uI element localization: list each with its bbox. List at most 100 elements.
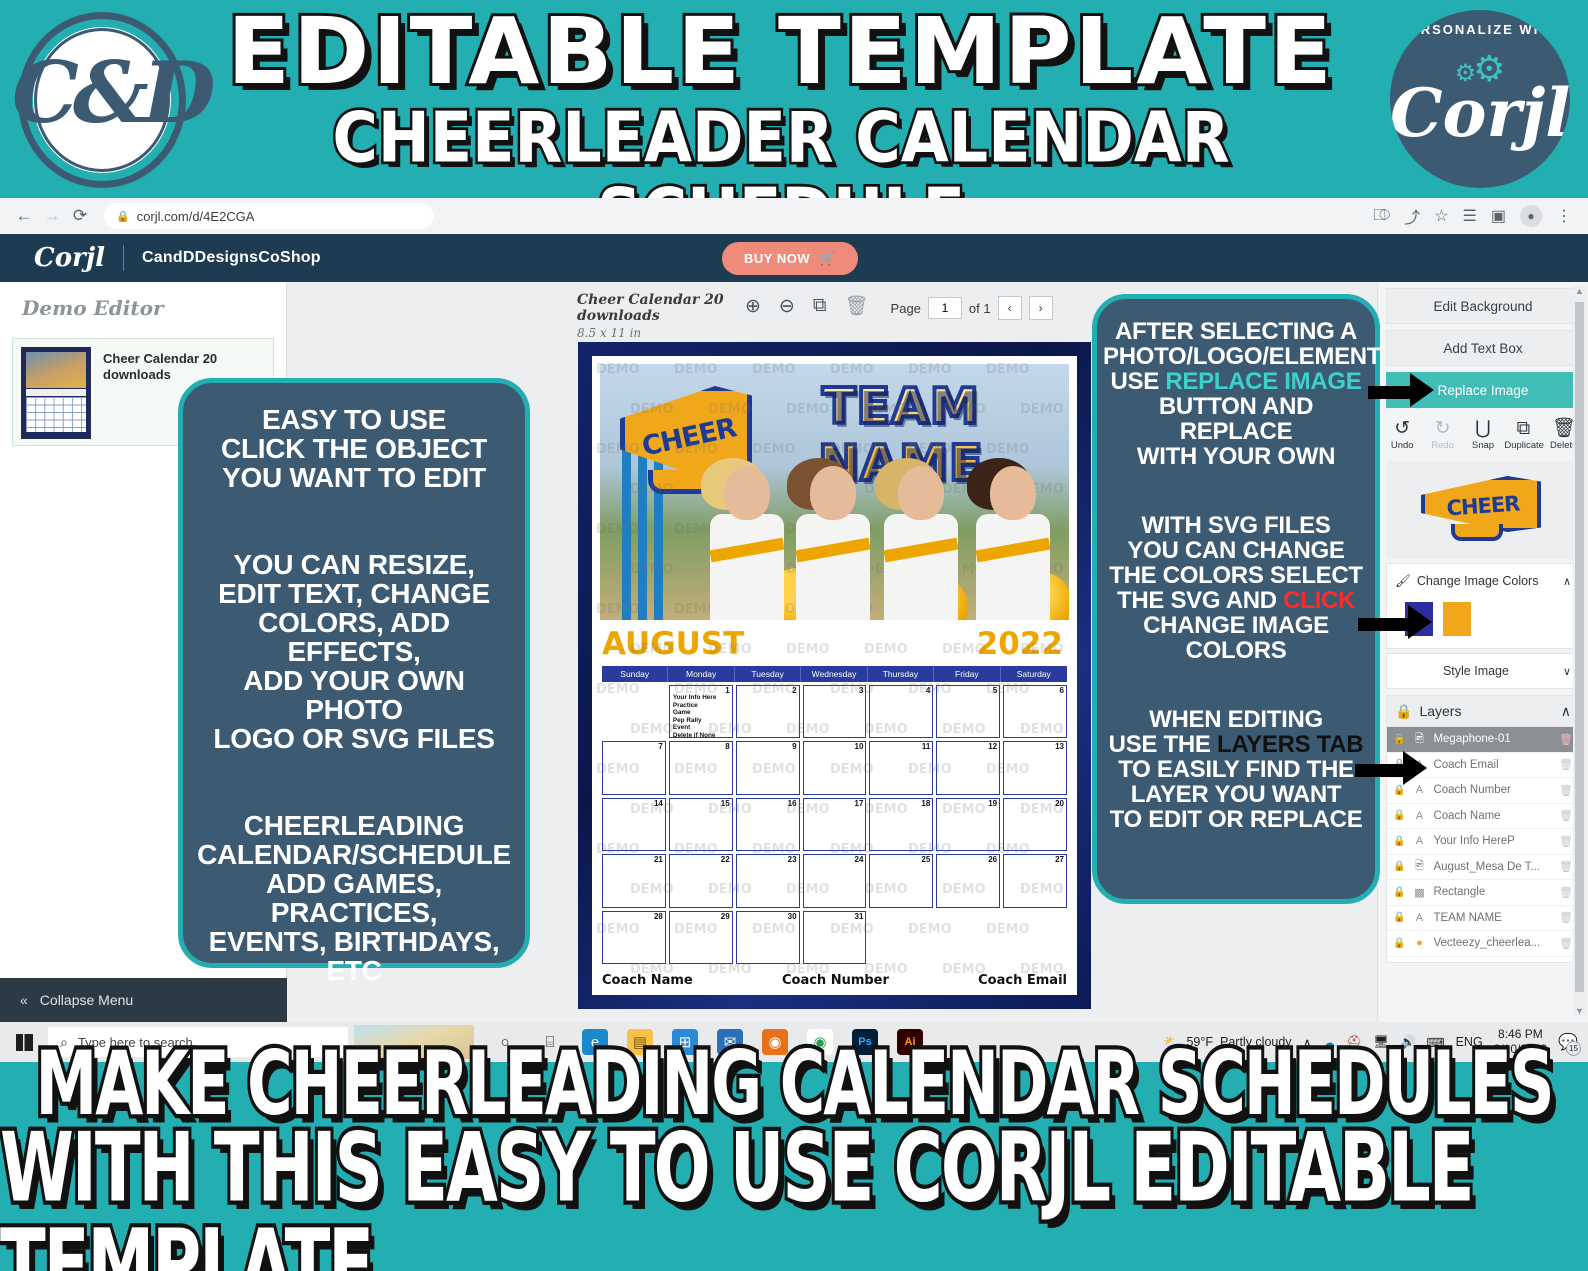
calendar-day-cell[interactable]: 23: [735, 854, 800, 908]
side-panel-icon[interactable]: ▣: [1491, 206, 1506, 226]
calendar-day-cell[interactable]: 14: [602, 797, 666, 852]
calendar-document[interactable]: CHEER TEAM NAME AUGUST 2022 Sunday Monda…: [578, 342, 1091, 1009]
calendar-day-cell[interactable]: 3: [802, 685, 867, 739]
calendar-day-cell[interactable]: 10: [802, 741, 867, 795]
buy-now-button[interactable]: BUY NOW 🛒: [722, 242, 858, 275]
calendar-day-cell[interactable]: 17: [802, 797, 867, 852]
calendar-day-cell[interactable]: 27: [1003, 854, 1067, 908]
edit-background-button[interactable]: Edit Background: [1386, 288, 1580, 324]
month-label[interactable]: AUGUST: [601, 625, 745, 663]
share-icon[interactable]: ⤴: [1404, 204, 1420, 228]
layer-lock-icon[interactable]: 🔒: [1393, 785, 1405, 796]
calendar-day-cell[interactable]: 15: [668, 797, 733, 852]
layer-delete-icon[interactable]: 🗑: [1559, 937, 1573, 950]
reload-icon[interactable]: ⟳: [66, 202, 94, 230]
layer-delete-icon[interactable]: 🗑: [1559, 758, 1573, 771]
layer-lock-icon[interactable]: 🔒: [1393, 836, 1405, 847]
chevron-down-icon[interactable]: ∨: [1563, 665, 1571, 678]
layer-lock-icon[interactable]: 🔒: [1393, 734, 1405, 745]
layers-chevron-up-icon[interactable]: ∧: [1561, 703, 1571, 720]
coach-email-field[interactable]: Coach Email: [978, 973, 1067, 988]
calendar-day-cell[interactable]: 24: [802, 854, 867, 908]
layer-lock-icon[interactable]: 🔒: [1393, 912, 1405, 923]
calendar-day-cell[interactable]: 16: [735, 797, 800, 852]
layer-delete-icon[interactable]: 🗑: [1559, 784, 1573, 797]
calendar-day-cell[interactable]: 1 Your Info Here Practice Game Pep Rally…: [668, 685, 733, 740]
scroll-down-arrow-icon[interactable]: ▼: [1573, 1006, 1586, 1016]
duplicate-page-icon[interactable]: ⧉: [813, 295, 827, 317]
layer-row[interactable]: 🔒 A Coach Name 🗑: [1387, 804, 1579, 829]
calendar-day-cell[interactable]: 9: [735, 741, 800, 795]
address-bar[interactable]: 🔒 corjl.com/d/4E2CGA: [104, 203, 434, 229]
calendar-day-cell[interactable]: 4: [869, 685, 934, 739]
layer-lock-icon[interactable]: 🔒: [1393, 938, 1405, 949]
redo-button[interactable]: ↻ Redo: [1424, 418, 1462, 451]
color-swatch-gold[interactable]: [1443, 602, 1471, 636]
layer-row[interactable]: 🔒 🖻 August_Mesa De T... 🗑: [1387, 855, 1579, 880]
forward-icon[interactable]: →: [38, 202, 66, 230]
delete-page-icon[interactable]: 🗑: [844, 294, 868, 318]
right-panel-scrollbar[interactable]: ▲ ▼: [1573, 286, 1586, 1016]
layer-delete-icon[interactable]: 🗑: [1559, 835, 1573, 848]
layer-row[interactable]: 🔒 ● Vecteezy_cheerlea... 🗑: [1387, 931, 1579, 957]
layer-row[interactable]: 🔒 A TEAM NAME 🗑: [1387, 906, 1579, 931]
calendar-day-cell[interactable]: 13: [1003, 741, 1067, 795]
calendar-day-cell[interactable]: 28: [602, 910, 666, 964]
calendar-day-cell[interactable]: 31: [802, 910, 867, 964]
add-text-box-button[interactable]: Add Text Box: [1386, 330, 1580, 366]
duplicate-button[interactable]: ⧉ Duplicate: [1504, 418, 1544, 451]
layer-delete-icon[interactable]: 🗑: [1559, 886, 1573, 899]
corjl-logo[interactable]: Corjl: [34, 243, 105, 273]
coach-number-field[interactable]: Coach Number: [782, 973, 889, 988]
layer-delete-icon[interactable]: 🗑: [1559, 962, 1573, 963]
scrollbar-thumb[interactable]: [1575, 302, 1584, 992]
profile-avatar-icon[interactable]: ●: [1520, 205, 1542, 227]
calendar-day-cell[interactable]: 19: [936, 797, 1001, 852]
calendar-day-cell[interactable]: 2: [735, 685, 800, 739]
calendar-hero-photo[interactable]: CHEER TEAM NAME: [600, 364, 1069, 620]
page-input[interactable]: [927, 297, 962, 319]
calendar-day-cell[interactable]: 6: [1003, 685, 1067, 739]
calendar-day-cell[interactable]: 26: [936, 854, 1001, 908]
calendar-day-cell[interactable]: 20: [1003, 797, 1067, 852]
calendar-day-cell[interactable]: 25: [869, 854, 934, 908]
layer-row[interactable]: 🔒 A Your Info HereP 🗑: [1387, 829, 1579, 855]
layer-delete-icon[interactable]: 🗑: [1559, 911, 1573, 924]
scroll-up-arrow-icon[interactable]: ▲: [1573, 286, 1586, 296]
calendar-day-cell[interactable]: 5: [936, 685, 1001, 739]
reading-list-icon[interactable]: ☰: [1463, 206, 1477, 226]
layer-lock-icon[interactable]: 🔒: [1393, 887, 1405, 898]
zoom-out-icon[interactable]: ⊖: [779, 295, 795, 318]
undo-button[interactable]: ↺ Undo: [1383, 418, 1421, 451]
chevron-up-icon[interactable]: ∧: [1563, 575, 1571, 588]
layer-row[interactable]: 🔒 🖻 Megaphone-01 🗑: [1387, 727, 1579, 753]
change-image-colors-header[interactable]: 🖌 Change Image Colors ∧: [1387, 564, 1579, 598]
layer-delete-icon[interactable]: 🗑: [1559, 733, 1573, 746]
layer-row[interactable]: 🔒 ▩ Rectangle 🗑: [1387, 957, 1579, 963]
calendar-day-cell[interactable]: 30: [735, 910, 800, 964]
notification-center-icon[interactable]: 💬 15: [1558, 1032, 1581, 1056]
calendar-day-cell[interactable]: 22: [668, 854, 733, 908]
back-icon[interactable]: ←: [10, 202, 38, 230]
style-image-header[interactable]: Style Image ∨: [1387, 654, 1579, 688]
calendar-day-cell[interactable]: 7: [602, 741, 666, 795]
layer-row[interactable]: 🔒 ▩ Rectangle 🗑: [1387, 880, 1579, 906]
snap-button[interactable]: ⋃ Snap: [1464, 418, 1502, 451]
layer-lock-icon[interactable]: 🔒: [1393, 810, 1405, 821]
calendar-day-cell[interactable]: 8: [668, 741, 733, 795]
day-events[interactable]: Your Info Here Practice Game Pep Rally E…: [673, 694, 717, 740]
layers-header[interactable]: 🔒 Layers ∧: [1386, 695, 1580, 727]
coach-name-field[interactable]: Coach Name: [602, 973, 693, 988]
prev-page-icon[interactable]: ‹: [997, 296, 1022, 320]
document-thumbnail[interactable]: [21, 347, 91, 439]
bookmark-star-icon[interactable]: ☆: [1434, 206, 1448, 226]
calendar-day-cell[interactable]: 29: [668, 910, 733, 964]
browser-menu-icon[interactable]: ⋮: [1556, 206, 1572, 226]
layer-delete-icon[interactable]: 🗑: [1559, 860, 1573, 873]
calendar-day-cell[interactable]: 11: [869, 741, 934, 795]
calendar-day-cell[interactable]: 18: [869, 797, 934, 852]
translate-icon[interactable]: ⎄: [1373, 207, 1390, 225]
calendar-day-cell[interactable]: 12: [936, 741, 1001, 795]
zoom-in-icon[interactable]: ⊕: [745, 295, 761, 318]
calendar-day-cell[interactable]: 21: [602, 854, 666, 908]
